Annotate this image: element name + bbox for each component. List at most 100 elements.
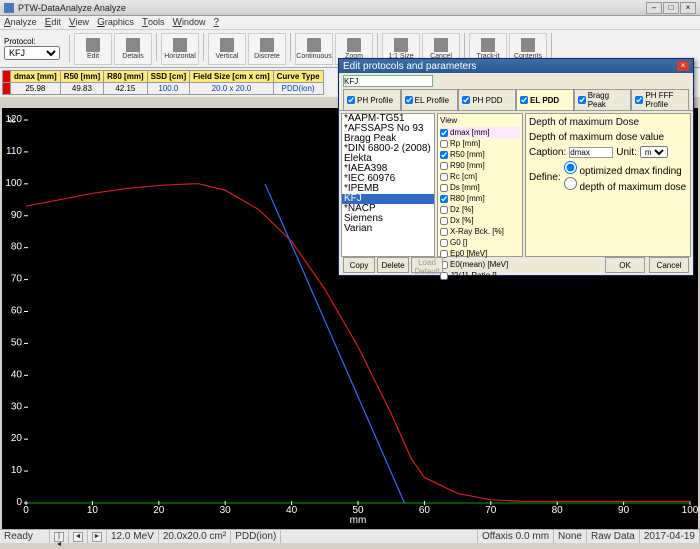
svg-text:110: 110 [6, 146, 22, 157]
svg-text:20: 20 [153, 505, 165, 516]
define-opt2[interactable]: depth of maximum dose [564, 182, 687, 193]
menu-tools[interactable]: Tools [142, 17, 165, 28]
svg-text:0: 0 [23, 505, 29, 516]
svg-text:60: 60 [11, 306, 23, 317]
toolbar-edit[interactable]: Edit [74, 33, 112, 65]
menu-window[interactable]: Window [172, 17, 205, 28]
ok-button[interactable]: OK [605, 257, 645, 273]
view-j2-j1-ratio-[interactable]: J2/J1 Ratio [] [440, 270, 520, 281]
menu-edit[interactable]: Edit [45, 17, 61, 28]
svg-text:90: 90 [618, 505, 630, 516]
tab-ph-fff-profile[interactable]: PH FFF Profile [631, 89, 689, 110]
tab-bragg-peak[interactable]: Bragg Peak [574, 89, 632, 110]
tab-ph-profile[interactable]: PH Profile [343, 89, 401, 110]
list-item[interactable]: Varian [342, 224, 434, 234]
protocol-label: Protocol: [4, 37, 60, 46]
window-title: PTW-DataAnalyze Analyze [18, 3, 646, 13]
svg-text:70: 70 [11, 274, 23, 285]
svg-text:30: 30 [11, 401, 23, 412]
svg-text:60: 60 [419, 505, 431, 516]
status-none: None [554, 530, 587, 543]
menu-analyze[interactable]: Analyze [4, 17, 37, 28]
status-field: 20.0x20.0 cm² [159, 530, 231, 543]
protocol-list[interactable]: *AAPM-TG51*AFSSAPS No 93Bragg Peak*DIN 6… [341, 113, 435, 257]
status-next-button[interactable]: ► [92, 532, 102, 542]
status-first-button[interactable]: |◄ [54, 532, 64, 542]
load-default-button[interactable]: Load Default [411, 257, 443, 273]
svg-text:120: 120 [5, 114, 22, 125]
svg-text:40: 40 [11, 369, 23, 380]
edit-protocols-dialog: Edit protocols and parameters × PH Profi… [338, 58, 694, 276]
view-r80-mm-[interactable]: R80 [mm] [440, 193, 520, 204]
svg-text:40: 40 [286, 505, 298, 516]
maximize-button[interactable]: □ [663, 2, 679, 14]
view-x-ray-bck-[interactable]: X-Ray Bck. [%] [440, 226, 520, 237]
unit-select[interactable]: mm [640, 146, 668, 158]
toolbar-details[interactable]: Details [114, 33, 152, 65]
view-r90-mm-[interactable]: R90 [mm] [440, 160, 520, 171]
tab-el-profile[interactable]: EL Profile [401, 89, 459, 110]
svg-text:20: 20 [11, 433, 23, 444]
tab-ph-pdd[interactable]: PH PDD [458, 89, 516, 110]
menu-graphics[interactable]: Graphics [97, 17, 134, 28]
svg-text:70: 70 [485, 505, 497, 516]
status-curve: PDD(ion) [231, 530, 281, 543]
statusbar: Ready |◄ ◄ ► 12.0 MeV 20.0x20.0 cm² PDD(… [0, 529, 700, 543]
toolbar-discrete[interactable]: Discrete [248, 33, 286, 65]
status-offaxis: Offaxis 0.0 mm [478, 530, 554, 543]
status-date: 2017-04-19 [640, 530, 700, 543]
copy-button[interactable]: Copy [343, 257, 375, 273]
minimize-button[interactable]: – [646, 2, 662, 14]
caption-input[interactable] [569, 147, 613, 158]
protocol-select[interactable]: KFJ [4, 46, 60, 60]
toolbar-vertical[interactable]: Vertical [208, 33, 246, 65]
view-group-label: View [440, 116, 520, 125]
view-e0-mean-mev-[interactable]: E0(mean) [MeV] [440, 259, 520, 270]
view-dz-[interactable]: Dz [%] [440, 204, 520, 215]
dialog-title: Edit protocols and parameters [343, 61, 476, 72]
app-icon [4, 3, 14, 13]
view-panel: View dmax [mm] Rp [mm] R50 [mm] R90 [mm]… [437, 113, 523, 257]
depth-header: Depth of maximum Dose [529, 117, 687, 128]
view-ds-mm-[interactable]: Ds [mm] [440, 182, 520, 193]
status-prev-button[interactable]: ◄ [73, 532, 83, 542]
toolbar-horizontal[interactable]: Horizontal [161, 33, 199, 65]
view-dmax-mm-[interactable]: dmax [mm] [440, 127, 520, 138]
titlebar: PTW-DataAnalyze Analyze – □ × [0, 0, 700, 16]
cancel-button[interactable]: Cancel [649, 257, 689, 273]
svg-text:80: 80 [11, 242, 23, 253]
view-dx-[interactable]: Dx [%] [440, 215, 520, 226]
svg-text:50: 50 [11, 337, 23, 348]
svg-text:30: 30 [220, 505, 232, 516]
caption-label: Caption: [529, 147, 566, 158]
unit-label: Unit: [616, 147, 637, 158]
dialog-close-button[interactable]: × [677, 61, 689, 71]
delete-button[interactable]: Delete [377, 257, 409, 273]
status-energy: 12.0 MeV [107, 530, 159, 543]
svg-text:100: 100 [5, 178, 22, 189]
svg-text:10: 10 [11, 465, 23, 476]
menu-?[interactable]: ? [213, 17, 219, 28]
depth-panel: Depth of maximum Dose Depth of maximum d… [525, 113, 691, 257]
view-ep0-mev-[interactable]: Ep0 [MeV] [440, 248, 520, 259]
status-raw: Raw Data [587, 530, 640, 543]
svg-text:10: 10 [87, 505, 99, 516]
dialog-protocol-input[interactable] [343, 75, 433, 87]
svg-text:mm: mm [350, 515, 367, 526]
define-opt1[interactable]: optimized dmax finding [564, 166, 682, 177]
menu-view[interactable]: View [69, 17, 89, 28]
dialog-titlebar: Edit protocols and parameters × [339, 59, 693, 73]
svg-text:100: 100 [682, 505, 698, 516]
view-g0-[interactable]: G0 [] [440, 237, 520, 248]
close-button[interactable]: × [680, 2, 696, 14]
tab-el-pdd[interactable]: EL PDD [516, 89, 574, 110]
view-rc-cm-[interactable]: Rc [cm] [440, 171, 520, 182]
svg-text:0: 0 [16, 497, 22, 508]
menubar: Analyze Edit View Graphics Tools Window? [0, 16, 700, 30]
view-r50-mm-[interactable]: R50 [mm] [440, 149, 520, 160]
svg-text:80: 80 [552, 505, 564, 516]
status-ready: Ready [0, 530, 50, 543]
toolbar-continuous[interactable]: Continuous [295, 33, 333, 65]
view-rp-mm-[interactable]: Rp [mm] [440, 138, 520, 149]
depth-desc: Depth of maximum dose value [529, 132, 687, 143]
